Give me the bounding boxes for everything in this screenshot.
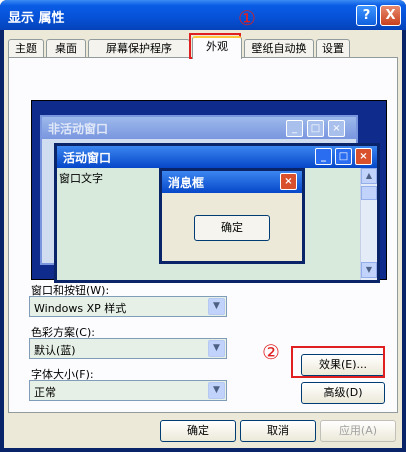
dialog-body: 主题 桌面 屏幕保护程序 外观 壁纸自动换 设置 非活动窗口 _ □ × 活动窗…: [4, 30, 402, 448]
window-text-sample: 窗口文字: [59, 172, 103, 185]
chevron-down-icon[interactable]: ▼: [208, 298, 225, 315]
windows-buttons-select[interactable]: Windows XP 样式 ▼: [29, 296, 227, 317]
tab-settings[interactable]: 设置: [316, 39, 350, 58]
display-properties-window: 显示 属性 ? X 主题 桌面 屏幕保护程序 外观 壁纸自动换 设置 非活动窗口…: [0, 0, 406, 452]
apply-button[interactable]: 应用(A): [320, 420, 396, 442]
tab-desktop[interactable]: 桌面: [46, 39, 86, 58]
scroll-thumb: [361, 186, 377, 200]
tab-wallpaper-changer[interactable]: 壁纸自动换: [244, 39, 314, 58]
annotation-number-two: ②: [262, 340, 280, 364]
close-button[interactable]: X: [380, 5, 401, 26]
appearance-preview: 非活动窗口 _ □ × 活动窗口 _ □ × 窗口文字 ▲ ▼ 消息框 × 确定: [31, 100, 387, 283]
active-window-title-text: 活动窗口: [63, 151, 112, 165]
preview-active-window: 活动窗口 _ □ × 窗口文字 ▲ ▼ 消息框 × 确定: [54, 143, 380, 283]
color-scheme-select[interactable]: 默认(蓝) ▼: [29, 338, 227, 359]
close-icon: ×: [280, 173, 297, 190]
close-icon: ×: [355, 148, 372, 165]
cancel-button[interactable]: 取消: [240, 420, 316, 442]
tab-appearance[interactable]: 外观: [192, 36, 242, 59]
windows-buttons-value: Windows XP 样式: [34, 302, 127, 315]
maximize-icon: □: [335, 148, 352, 165]
message-box-title-text: 消息框: [168, 176, 205, 190]
tab-screensaver[interactable]: 屏幕保护程序: [88, 39, 190, 58]
color-scheme-value: 默认(蓝): [34, 344, 76, 357]
chevron-down-icon[interactable]: ▼: [208, 340, 225, 357]
minimize-icon: _: [315, 148, 332, 165]
title-bar[interactable]: 显示 属性 ? X: [0, 0, 406, 30]
close-icon: ×: [328, 120, 345, 137]
active-window-title: 活动窗口 _ □ ×: [57, 146, 377, 168]
window-title: 显示 属性: [8, 11, 65, 26]
help-button[interactable]: ?: [356, 5, 377, 26]
ok-button[interactable]: 确定: [160, 420, 236, 442]
chevron-down-icon[interactable]: ▼: [208, 382, 225, 399]
maximize-icon: □: [307, 120, 324, 137]
font-size-value: 正常: [34, 386, 56, 399]
advanced-button[interactable]: 高级(D): [301, 382, 385, 404]
scroll-up-icon: ▲: [361, 168, 377, 184]
message-box-ok-button: 确定: [194, 215, 270, 241]
preview-message-box: 消息框 × 确定: [159, 168, 305, 264]
message-box-title: 消息框 ×: [162, 171, 302, 193]
annotation-number-one: ①: [238, 6, 256, 30]
font-size-select[interactable]: 正常 ▼: [29, 380, 227, 401]
preview-scrollbar: ▲ ▼: [360, 168, 377, 280]
scroll-down-icon: ▼: [361, 262, 377, 278]
minimize-icon: _: [286, 120, 303, 137]
tab-theme[interactable]: 主题: [8, 39, 44, 58]
annotation-box-advanced-button: [291, 346, 385, 378]
